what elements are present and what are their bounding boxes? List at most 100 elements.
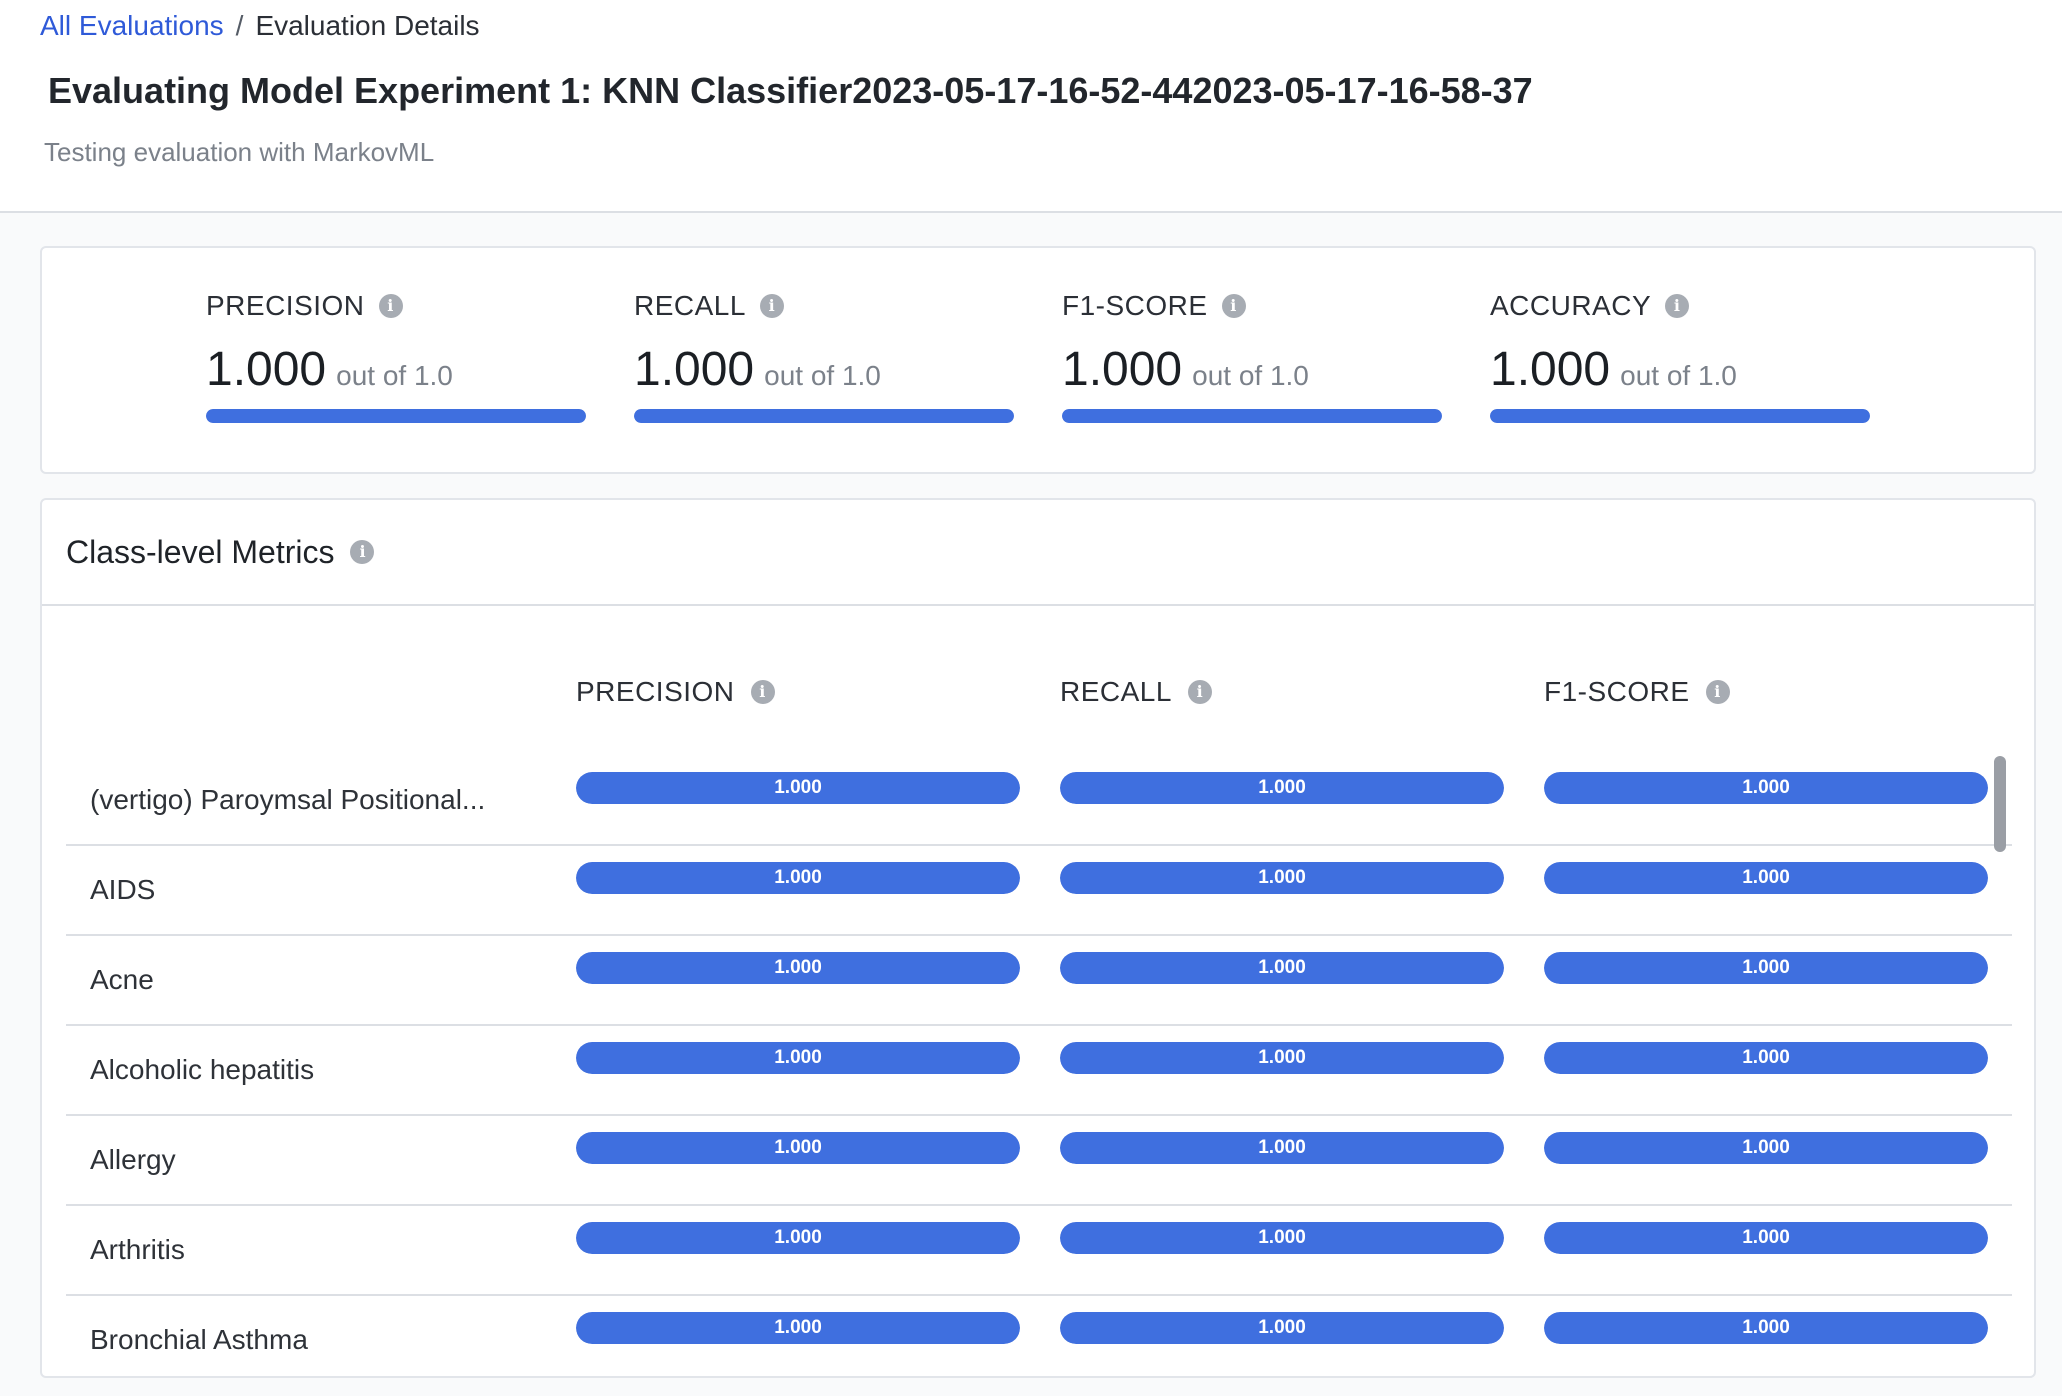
metric-value: 1.000	[634, 343, 755, 396]
recall-value: 1.000	[1258, 1227, 1306, 1248]
precision-value: 1.000	[774, 777, 822, 798]
info-icon[interactable]: i	[1665, 294, 1690, 318]
recall-bar: 1.000	[1060, 772, 1504, 804]
class-name: Acne	[90, 964, 154, 995]
section-title: Class-level Metrics	[66, 533, 335, 570]
info-icon[interactable]: i	[378, 294, 403, 318]
recall-bar: 1.000	[1060, 1042, 1504, 1074]
metric-label: F1-SCORE	[1062, 290, 1208, 321]
f1-score-bar: 1.000	[1544, 952, 1988, 984]
metric-out-of: out of 1.0	[764, 360, 881, 391]
recall-bar: 1.000	[1060, 1312, 1504, 1344]
info-icon[interactable]: i	[759, 294, 784, 318]
recall-value: 1.000	[1258, 1317, 1306, 1338]
table-row: AIDS 1.000 1.000 1.000	[66, 846, 2012, 936]
breadcrumb: All Evaluations / Evaluation Details	[40, 10, 480, 42]
metric-recall: RECALL i 1.000 out of 1.0	[634, 290, 1016, 423]
summary-metrics-card: PRECISION i 1.000 out of 1.0 RECALL i 1.…	[40, 246, 2036, 474]
column-header-label: RECALL	[1060, 676, 1172, 707]
f1-score-value: 1.000	[1742, 1317, 1790, 1338]
table-row: Arthritis 1.000 1.000 1.000	[66, 1206, 2012, 1296]
class-name: Arthritis	[90, 1234, 185, 1265]
precision-value: 1.000	[774, 867, 822, 888]
metric-out-of: out of 1.0	[336, 360, 453, 391]
metric-accuracy: ACCURACY i 1.000 out of 1.0	[1490, 290, 1872, 423]
f1-score-bar: 1.000	[1544, 1222, 1988, 1254]
precision-value: 1.000	[774, 1227, 822, 1248]
f1-score-value: 1.000	[1742, 777, 1790, 798]
precision-bar: 1.000	[576, 1222, 1020, 1254]
class-name: (vertigo) Paroymsal Positional...	[90, 784, 486, 815]
page-title: Evaluating Model Experiment 1: KNN Class…	[48, 70, 1533, 111]
class-name: Bronchial Asthma	[90, 1324, 308, 1355]
metric-progress-bar	[1490, 409, 1870, 423]
f1-score-value: 1.000	[1742, 1227, 1790, 1248]
metric-label: RECALL	[634, 290, 746, 321]
precision-value: 1.000	[774, 1137, 822, 1158]
metric-label: ACCURACY	[1490, 290, 1652, 321]
info-icon[interactable]: i	[1705, 680, 1730, 704]
column-header-f1-score: F1-SCORE i	[1544, 676, 1730, 708]
recall-value: 1.000	[1258, 777, 1306, 798]
f1-score-bar: 1.000	[1544, 772, 1988, 804]
precision-value: 1.000	[774, 1317, 822, 1338]
precision-value: 1.000	[774, 957, 822, 978]
precision-bar: 1.000	[576, 772, 1020, 804]
metric-value: 1.000	[1490, 343, 1611, 396]
recall-bar: 1.000	[1060, 862, 1504, 894]
breadcrumb-current: Evaluation Details	[255, 10, 480, 41]
recall-value: 1.000	[1258, 867, 1306, 888]
precision-bar: 1.000	[576, 1312, 1020, 1344]
table-row: Allergy 1.000 1.000 1.000	[66, 1116, 2012, 1206]
column-header-recall: RECALL i	[1060, 676, 1212, 708]
table-row: Alcoholic hepatitis 1.000 1.000 1.000	[66, 1026, 2012, 1116]
metric-value: 1.000	[1062, 343, 1183, 396]
breadcrumb-all-evaluations-link[interactable]: All Evaluations	[40, 10, 224, 42]
table-scrollbar[interactable]	[1994, 756, 2006, 852]
recall-value: 1.000	[1258, 957, 1306, 978]
metric-progress-bar	[1062, 409, 1442, 423]
metric-out-of: out of 1.0	[1620, 360, 1737, 391]
f1-score-bar: 1.000	[1544, 1312, 1988, 1344]
recall-value: 1.000	[1258, 1137, 1306, 1158]
info-icon[interactable]: i	[350, 540, 375, 564]
table-row: Bronchial Asthma 1.000 1.000 1.000	[66, 1296, 2012, 1376]
f1-score-value: 1.000	[1742, 957, 1790, 978]
metric-label: PRECISION	[206, 290, 365, 321]
precision-value: 1.000	[774, 1047, 822, 1068]
metric-f1-score: F1-SCORE i 1.000 out of 1.0	[1062, 290, 1444, 423]
metric-precision: PRECISION i 1.000 out of 1.0	[206, 290, 588, 423]
class-name: AIDS	[90, 874, 156, 905]
page-header: All Evaluations / Evaluation Details Eva…	[0, 0, 2062, 213]
class-metrics-header: Class-level Metrics i	[42, 500, 2034, 606]
recall-value: 1.000	[1258, 1047, 1306, 1068]
f1-score-bar: 1.000	[1544, 1042, 1988, 1074]
f1-score-bar: 1.000	[1544, 1132, 1988, 1164]
class-level-metrics-card: Class-level Metrics i PRECISION i RECALL…	[40, 498, 2036, 1378]
metric-out-of: out of 1.0	[1192, 360, 1309, 391]
table-row: (vertigo) Paroymsal Positional... 1.000 …	[66, 756, 2012, 846]
f1-score-value: 1.000	[1742, 867, 1790, 888]
recall-bar: 1.000	[1060, 952, 1504, 984]
precision-bar: 1.000	[576, 1132, 1020, 1164]
table-row: Acne 1.000 1.000 1.000	[66, 936, 2012, 1026]
metric-value: 1.000	[206, 343, 327, 396]
info-icon[interactable]: i	[750, 680, 775, 704]
f1-score-value: 1.000	[1742, 1137, 1790, 1158]
class-name: Allergy	[90, 1144, 176, 1175]
metric-progress-bar	[634, 409, 1014, 423]
page-subtitle: Testing evaluation with MarkovML	[44, 137, 435, 167]
recall-bar: 1.000	[1060, 1132, 1504, 1164]
metric-progress-bar	[206, 409, 586, 423]
precision-bar: 1.000	[576, 952, 1020, 984]
precision-bar: 1.000	[576, 1042, 1020, 1074]
f1-score-bar: 1.000	[1544, 862, 1988, 894]
column-header-precision: PRECISION i	[576, 676, 775, 708]
column-header-label: PRECISION	[576, 676, 735, 707]
info-icon[interactable]: i	[1221, 294, 1246, 318]
f1-score-value: 1.000	[1742, 1047, 1790, 1068]
info-icon[interactable]: i	[1187, 680, 1212, 704]
recall-bar: 1.000	[1060, 1222, 1504, 1254]
class-name: Alcoholic hepatitis	[90, 1054, 315, 1085]
class-metrics-table: (vertigo) Paroymsal Positional... 1.000 …	[66, 756, 2012, 1376]
